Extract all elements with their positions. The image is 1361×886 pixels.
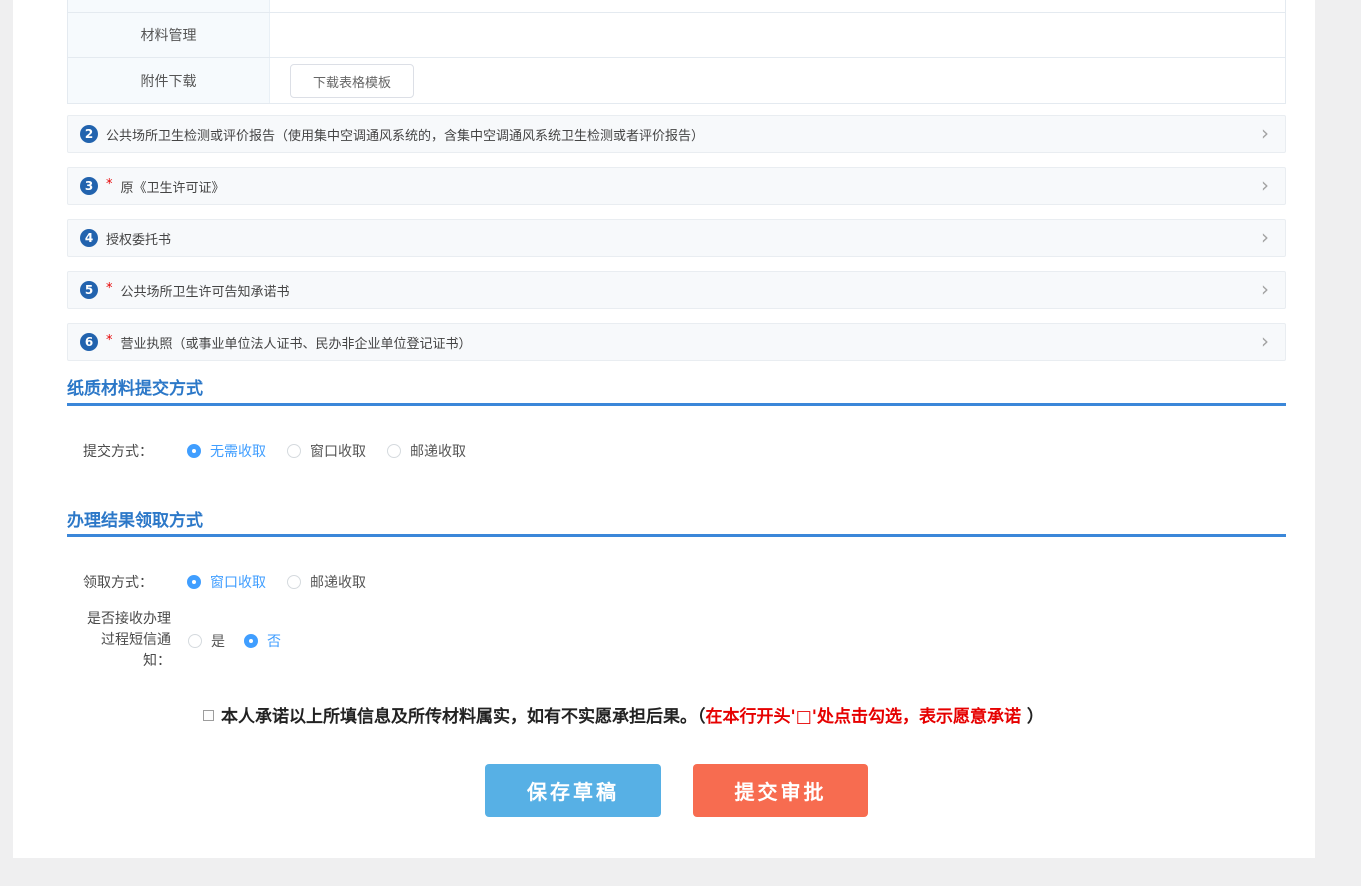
radio-unselected-icon bbox=[287, 444, 301, 458]
material-item-5[interactable]: 5 * 公共场所卫生许可告知承诺书 › bbox=[67, 271, 1286, 309]
table-row-content bbox=[270, 0, 1285, 12]
commitment-checkbox[interactable] bbox=[203, 710, 214, 721]
content-card: 材料管理 附件下载 下载表格模板 2 公共场所卫生检测或评价报告（使用集中空调通… bbox=[13, 0, 1315, 858]
material-number-badge: 6 bbox=[80, 333, 98, 351]
required-asterisk: * bbox=[106, 177, 113, 192]
commitment-text: 本人承诺以上所填信息及所传材料属实，如有不实愿承担后果。（在本行开头'□'处点击… bbox=[221, 702, 1044, 727]
result-section-title: 办理结果领取方式 bbox=[67, 506, 203, 531]
radio-selected-icon bbox=[187, 575, 201, 589]
radio-unselected-icon bbox=[188, 634, 202, 648]
section-divider bbox=[67, 403, 1286, 406]
material-item-label: 公共场所卫生许可告知承诺书 bbox=[121, 281, 290, 300]
commitment-row: 本人承诺以上所填信息及所传材料属实，如有不实愿承担后果。（在本行开头'□'处点击… bbox=[203, 702, 1044, 727]
table-row: 附件下载 下载表格模板 bbox=[68, 57, 1285, 103]
chevron-right-icon: › bbox=[1261, 123, 1269, 143]
save-draft-button[interactable]: 保存草稿 bbox=[485, 764, 661, 817]
material-number-badge: 3 bbox=[80, 177, 98, 195]
material-number-badge: 4 bbox=[80, 229, 98, 247]
chevron-right-icon: › bbox=[1261, 279, 1269, 299]
sms-notify-label: 是否接收办理过程短信通知： bbox=[83, 609, 171, 672]
radio-option-sms-no[interactable]: 否 bbox=[244, 631, 281, 651]
radio-option-sms-yes[interactable]: 是 bbox=[188, 631, 225, 651]
radio-selected-icon bbox=[187, 444, 201, 458]
radio-option-mail-collection[interactable]: 邮递收取 bbox=[387, 441, 466, 461]
material-item-2[interactable]: 2 公共场所卫生检测或评价报告（使用集中空调通风系统的，含集中空调通风系统卫生检… bbox=[67, 115, 1286, 153]
material-item-label: 营业执照（或事业单位法人证书、民办非企业单位登记证书） bbox=[121, 333, 472, 352]
material-item-6[interactable]: 6 * 营业执照（或事业单位法人证书、民办非企业单位登记证书） › bbox=[67, 323, 1286, 361]
radio-option-label: 否 bbox=[267, 631, 281, 651]
material-manage-label: 材料管理 bbox=[68, 13, 270, 57]
table-row bbox=[68, 0, 1285, 12]
submit-approval-button[interactable]: 提交审批 bbox=[693, 764, 868, 817]
commitment-text-red: 在本行开头'□'处点击勾选，表示愿意承诺 bbox=[706, 707, 1021, 727]
table-row-label bbox=[68, 0, 270, 12]
radio-option-mail-pickup[interactable]: 邮递收取 bbox=[287, 572, 366, 592]
radio-unselected-icon bbox=[287, 575, 301, 589]
section-divider bbox=[67, 534, 1286, 537]
radio-option-label: 邮递收取 bbox=[410, 441, 466, 461]
required-asterisk: * bbox=[106, 281, 113, 296]
pickup-method-label: 领取方式： bbox=[83, 572, 153, 592]
material-item-label: 公共场所卫生检测或评价报告（使用集中空调通风系统的，含集中空调通风系统卫生检测或… bbox=[106, 125, 704, 144]
required-asterisk: * bbox=[106, 333, 113, 348]
material-manage-content bbox=[270, 13, 1285, 57]
material-number-badge: 2 bbox=[80, 125, 98, 143]
paper-section-title: 纸质材料提交方式 bbox=[67, 374, 203, 399]
commitment-text-close: ） bbox=[1021, 707, 1044, 727]
material-item-label: 原《卫生许可证》 bbox=[121, 177, 225, 196]
radio-option-label: 窗口收取 bbox=[210, 572, 266, 592]
attachment-download-label: 附件下载 bbox=[68, 58, 270, 103]
material-item-4[interactable]: 4 授权委托书 › bbox=[67, 219, 1286, 257]
chevron-right-icon: › bbox=[1261, 175, 1269, 195]
commitment-text-black: 本人承诺以上所填信息及所传材料属实，如有不实愿承担后果。（ bbox=[221, 707, 706, 727]
chevron-right-icon: › bbox=[1261, 227, 1269, 247]
radio-option-label: 是 bbox=[211, 631, 225, 651]
radio-option-no-collection[interactable]: 无需收取 bbox=[187, 441, 266, 461]
material-item-3[interactable]: 3 * 原《卫生许可证》 › bbox=[67, 167, 1286, 205]
download-template-button[interactable]: 下载表格模板 bbox=[290, 64, 414, 98]
radio-selected-icon bbox=[244, 634, 258, 648]
material-number-badge: 5 bbox=[80, 281, 98, 299]
radio-option-label: 无需收取 bbox=[210, 441, 266, 461]
submit-method-label: 提交方式： bbox=[83, 441, 153, 461]
attachment-download-content: 下载表格模板 bbox=[270, 58, 1285, 103]
radio-option-window-collection[interactable]: 窗口收取 bbox=[287, 441, 366, 461]
material-item-label: 授权委托书 bbox=[106, 229, 171, 248]
radio-option-window-pickup[interactable]: 窗口收取 bbox=[187, 572, 266, 592]
chevron-right-icon: › bbox=[1261, 331, 1269, 351]
page-footer: 技术支持电话：0591-28311588、28311599 bbox=[0, 858, 1361, 886]
radio-unselected-icon bbox=[387, 444, 401, 458]
radio-option-label: 窗口收取 bbox=[310, 441, 366, 461]
form-table: 材料管理 附件下载 下载表格模板 bbox=[67, 0, 1286, 104]
radio-option-label: 邮递收取 bbox=[310, 572, 366, 592]
table-row: 材料管理 bbox=[68, 12, 1285, 57]
